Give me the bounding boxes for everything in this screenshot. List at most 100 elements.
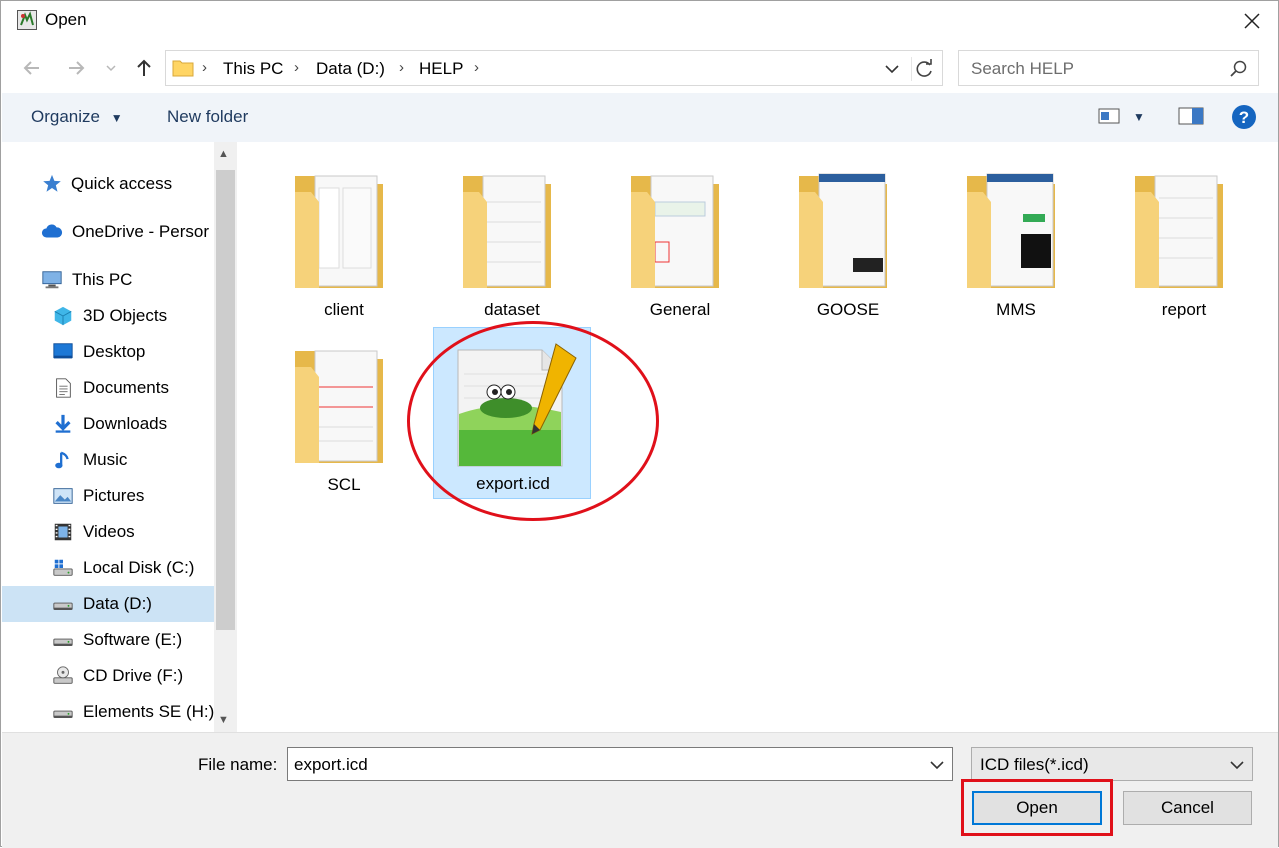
folder-icon <box>799 173 887 288</box>
sidebar-item-label: OneDrive - Persor <box>72 222 209 241</box>
folder-icon <box>172 60 194 77</box>
folder-item-report[interactable]: report <box>1105 144 1263 319</box>
sidebar-item-label: Software (E:) <box>83 630 183 649</box>
close-icon[interactable] <box>1238 7 1266 35</box>
document-icon <box>56 378 71 398</box>
refresh-icon[interactable] <box>911 57 938 81</box>
folder-item-scl[interactable]: SCL <box>265 319 423 494</box>
file-name-field[interactable]: export.icd <box>287 747 953 781</box>
drive-icon <box>53 710 73 718</box>
address-bar[interactable]: › This PC › Data (D:) › HELP › <box>165 50 943 86</box>
breadcrumb-this-pc[interactable]: This PC <box>223 59 283 79</box>
sidebar-item-desktop[interactable]: Desktop <box>2 334 214 370</box>
sidebar-item-label: Desktop <box>83 342 146 361</box>
navigation-bar: › This PC › Data (D:) › HELP › Search HE… <box>1 45 1278 91</box>
sidebar-item-software-e[interactable]: Software (E:) <box>2 622 214 658</box>
file-type-select[interactable]: ICD files(*.icd) <box>971 747 1253 781</box>
sidebar-item-label: Pictures <box>83 486 145 505</box>
forward-arrow-icon[interactable] <box>63 55 89 81</box>
command-toolbar: Organize ▼ New folder ▼ ? <box>2 93 1278 143</box>
open-dialog: Open › This PC › Data (D:) › HELP › Sear… <box>0 0 1279 848</box>
sidebar-item-documents[interactable]: Documents <box>2 370 214 406</box>
folder-icon <box>967 173 1055 288</box>
folder-item-mms[interactable]: MMS <box>937 144 1095 319</box>
help-icon[interactable]: ? <box>1231 104 1257 130</box>
breadcrumb-help[interactable]: HELP <box>419 59 463 79</box>
sidebar-item-label: Downloads <box>83 414 168 433</box>
computer-icon <box>42 271 62 289</box>
chevron-down-icon <box>1230 761 1244 770</box>
sidebar-item-music[interactable]: Music <box>2 442 214 478</box>
sidebar-item-label: 3D Objects <box>83 306 168 325</box>
organize-label: Organize <box>31 107 100 126</box>
sidebar-item-data-d[interactable]: Data (D:) <box>2 586 214 622</box>
search-placeholder: Search HELP <box>971 59 1074 78</box>
sidebar-item-local-disk-c[interactable]: Local Disk (C:) <box>2 550 214 586</box>
sidebar-item-quick-access[interactable]: Quick access <box>2 166 214 202</box>
folder-item-goose[interactable]: GOOSE <box>769 144 927 319</box>
sidebar-item-label: Local Disk (C:) <box>83 558 195 577</box>
desktop-icon <box>53 343 73 359</box>
preview-pane-icon[interactable] <box>1178 105 1204 127</box>
download-icon <box>55 414 71 433</box>
music-icon <box>55 451 69 469</box>
scroll-down-icon[interactable]: ▼ <box>218 714 229 726</box>
highlight-oval <box>407 321 659 521</box>
cube-icon <box>54 306 72 326</box>
sidebar-item-label: This PC <box>72 270 133 289</box>
drive-windows-icon <box>53 559 73 576</box>
cloud-icon <box>41 224 63 238</box>
drive-icon <box>53 638 73 646</box>
recent-locations-chevron-icon[interactable] <box>101 55 121 81</box>
file-item-label: report <box>1161 300 1207 319</box>
sidebar-item-label: Documents <box>83 378 169 397</box>
scrollbar-thumb[interactable] <box>216 170 235 630</box>
up-arrow-icon[interactable] <box>131 55 157 81</box>
folder-icon <box>463 175 551 288</box>
breadcrumb-chevron-icon[interactable]: › <box>294 59 299 76</box>
folder-item-client[interactable]: client <box>265 144 423 319</box>
file-item-label: client <box>324 300 364 319</box>
search-input[interactable]: Search HELP <box>958 50 1259 86</box>
organize-menu-button[interactable]: Organize ▼ <box>31 107 123 127</box>
sidebar-item-cd-drive-f[interactable]: CD Drive (F:) <box>2 658 214 694</box>
address-dropdown-chevron-icon[interactable] <box>882 58 902 80</box>
star-icon <box>43 174 61 192</box>
highlight-rectangle <box>961 779 1113 836</box>
sidebar-item-label: Quick access <box>71 174 173 193</box>
sidebar-item-label: Videos <box>83 522 135 541</box>
window-title: Open <box>45 10 87 29</box>
file-list: client dataset General GOOSE MMS report SCL exp… <box>237 142 1278 732</box>
folder-icon <box>295 175 383 288</box>
sidebar-item-onedrive-persor[interactable]: OneDrive - Persor <box>2 214 214 250</box>
app-icon <box>17 10 37 30</box>
file-type-value: ICD files(*.icd) <box>980 755 1089 774</box>
breadcrumb-chevron-icon[interactable]: › <box>202 59 207 76</box>
search-icon[interactable] <box>1228 59 1248 79</box>
folder-item-dataset[interactable]: dataset <box>433 144 591 319</box>
sidebar-item-elements-se-h[interactable]: Elements SE (H:) <box>2 694 214 730</box>
sidebar-item-videos[interactable]: Videos <box>2 514 214 550</box>
navigation-pane-scrollbar[interactable]: ▲ ▼ <box>214 142 237 732</box>
chevron-down-icon[interactable] <box>928 756 946 774</box>
cancel-button[interactable]: Cancel <box>1123 791 1252 825</box>
sidebar-item-3d-objects[interactable]: 3D Objects <box>2 298 214 334</box>
file-item-label: GOOSE <box>816 300 880 319</box>
sidebar-item-pictures[interactable]: Pictures <box>2 478 214 514</box>
sidebar-item-downloads[interactable]: Downloads <box>2 406 214 442</box>
back-arrow-icon[interactable] <box>19 55 45 81</box>
breadcrumb-data-d[interactable]: Data (D:) <box>316 59 385 79</box>
breadcrumb-chevron-icon[interactable]: › <box>474 59 479 76</box>
view-options-icon[interactable] <box>1098 105 1120 127</box>
sidebar-item-label: Data (D:) <box>83 594 152 613</box>
new-folder-button[interactable]: New folder <box>167 107 248 127</box>
sidebar-item-label: CD Drive (F:) <box>83 666 184 685</box>
folder-icon <box>1135 175 1223 288</box>
breadcrumb-chevron-icon[interactable]: › <box>399 59 404 76</box>
sidebar-item-this-pc[interactable]: This PC <box>2 262 214 298</box>
view-options-chevron-icon[interactable]: ▼ <box>1133 110 1145 124</box>
scroll-up-icon[interactable]: ▲ <box>218 148 229 160</box>
navigation-pane: Quick access OneDrive - Persor This PC 3D O… <box>2 142 214 732</box>
chevron-down-icon: ▼ <box>110 111 123 125</box>
folder-item-general[interactable]: General <box>601 144 759 319</box>
